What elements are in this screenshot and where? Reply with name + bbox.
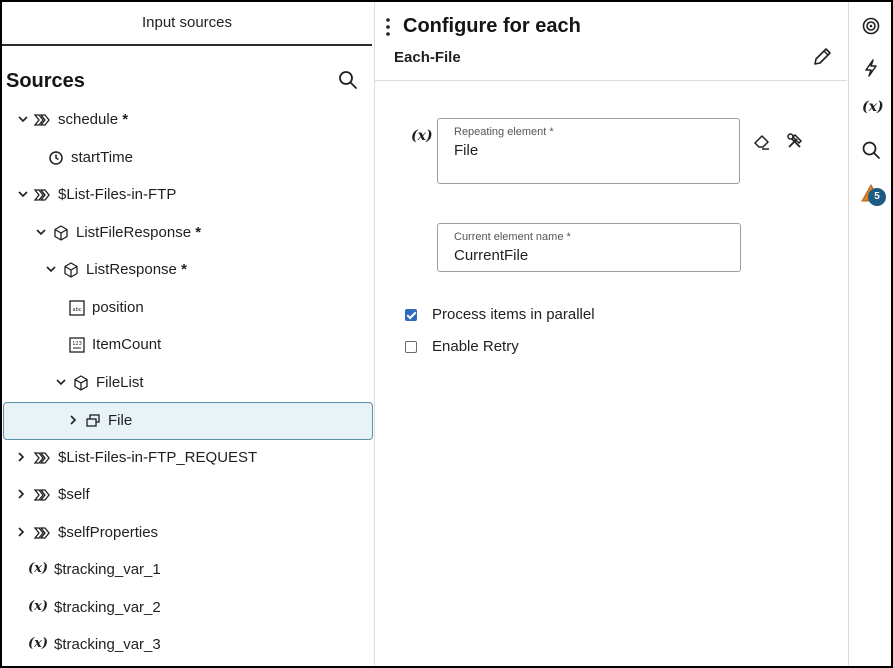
tree-item-selfproperties[interactable]: $selfProperties — [2, 515, 372, 551]
enable-retry-checkbox[interactable] — [405, 341, 417, 353]
svg-text:abc: abc — [73, 307, 82, 313]
chevron-right-icon[interactable] — [14, 450, 28, 464]
tree-item-tracking-var-3[interactable]: (x) $tracking_var_3 — [2, 627, 372, 663]
current-element-name-field[interactable]: Current element name * CurrentFile — [437, 223, 741, 272]
chevron-down-icon[interactable] — [34, 225, 48, 239]
tree-item-label: $List-Files-in-FTP — [58, 186, 177, 203]
input-sources-panel: Input sources Sources schedule * startTi… — [2, 2, 375, 666]
tree-item-starttime[interactable]: startTime — [2, 140, 372, 176]
eraser-icon[interactable] — [752, 131, 772, 151]
source-icon — [33, 452, 50, 464]
variable-icon[interactable]: (x) — [862, 99, 884, 121]
field-label: Repeating element * — [454, 126, 554, 138]
tree-item-filelist[interactable]: FileList — [2, 365, 372, 401]
tree-item-label: $List-Files-in-FTP_REQUEST — [58, 449, 258, 466]
issues-count-badge: 5 — [868, 188, 886, 206]
target-icon[interactable] — [860, 15, 882, 37]
string-field-icon: abc — [69, 300, 85, 316]
tree-item-label: File — [108, 412, 133, 429]
checkbox-label: Process items in parallel — [432, 306, 595, 323]
tree-item-position[interactable]: abc position — [2, 290, 372, 326]
svg-text:123: 123 — [72, 341, 82, 347]
tree-item-label: $self — [58, 486, 90, 503]
page-title: Configure for each — [403, 15, 581, 37]
pencil-icon[interactable] — [811, 46, 833, 68]
chevron-right-icon[interactable] — [14, 525, 28, 539]
tools-icon[interactable] — [785, 131, 805, 151]
variable-icon: (x) — [411, 128, 433, 144]
source-icon — [33, 527, 50, 539]
search-icon[interactable] — [860, 139, 882, 161]
chevron-down-icon[interactable] — [16, 187, 30, 201]
tree-item-file[interactable]: File — [3, 402, 373, 440]
variable-icon: (x) — [28, 636, 49, 651]
clock-icon — [49, 151, 63, 165]
tree-item-self[interactable]: $self — [2, 477, 372, 513]
tree-item-label: startTime — [71, 149, 133, 166]
variable-icon: (x) — [28, 561, 49, 576]
right-rail: (x) 5 — [848, 2, 891, 666]
tree-item-list-files-in-ftp[interactable]: $List-Files-in-FTP — [2, 177, 372, 213]
tree-item-label: position — [92, 299, 144, 316]
tree-item-label: schedule * — [58, 111, 129, 128]
search-icon[interactable] — [337, 69, 359, 91]
chevron-right-icon[interactable] — [14, 487, 28, 501]
sources-title: Sources — [6, 70, 85, 92]
configure-panel: Configure for each Each-File (x) Repeati… — [375, 2, 847, 666]
tree-item-label: $tracking_var_1 — [54, 561, 161, 578]
tree-item-label: $tracking_var_2 — [54, 599, 161, 616]
header-divider — [375, 80, 847, 81]
tree-item-label: $tracking_var_3 — [54, 636, 161, 653]
source-icon — [33, 114, 50, 126]
tree-item-list-files-in-ftp-request[interactable]: $List-Files-in-FTP_REQUEST — [2, 440, 372, 476]
source-icon — [33, 489, 50, 501]
tree-item-listresponse[interactable]: ListResponse * — [2, 252, 372, 288]
repeating-element-field[interactable]: Repeating element * File — [437, 118, 740, 184]
more-options-icon[interactable] — [383, 16, 393, 38]
cube-icon — [74, 375, 88, 391]
tree-item-label: ListFileResponse * — [76, 224, 202, 241]
process-parallel-checkbox[interactable] — [405, 309, 417, 321]
tree-item-schedule[interactable]: schedule * — [2, 102, 372, 138]
checkbox-label: Enable Retry — [432, 338, 519, 355]
source-icon — [33, 189, 50, 201]
tree-item-itemcount[interactable]: 123 ItemCount — [2, 327, 372, 363]
field-label: Current element name * — [454, 231, 571, 243]
tree-item-tracking-var-2[interactable]: (x) $tracking_var_2 — [2, 590, 372, 626]
field-value: CurrentFile — [454, 247, 529, 264]
chevron-right-icon[interactable] — [66, 413, 80, 427]
field-value: File — [454, 142, 479, 159]
chevron-down-icon[interactable] — [16, 112, 30, 126]
tree-item-label: FileList — [96, 374, 144, 391]
chevron-down-icon[interactable] — [44, 262, 58, 276]
tree-item-label: $selfProperties — [58, 524, 159, 541]
tab-input-sources[interactable]: Input sources — [2, 2, 372, 46]
repeating-element-icon — [86, 414, 100, 427]
tree-item-label: ItemCount — [92, 336, 162, 353]
tree-item-label: ListResponse * — [86, 261, 187, 278]
lightning-icon[interactable] — [860, 57, 882, 79]
tree-item-listfileresponse[interactable]: ListFileResponse * — [2, 215, 372, 251]
cube-icon — [64, 262, 78, 278]
cube-icon — [54, 225, 68, 241]
action-name: Each-File — [394, 49, 461, 66]
number-field-icon: 123 — [69, 337, 85, 353]
tree-item-tracking-var-1[interactable]: (x) $tracking_var_1 — [2, 552, 372, 588]
app-frame: Input sources Sources schedule * startTi… — [0, 0, 893, 668]
variable-icon: (x) — [28, 599, 49, 614]
chevron-down-icon[interactable] — [54, 375, 68, 389]
